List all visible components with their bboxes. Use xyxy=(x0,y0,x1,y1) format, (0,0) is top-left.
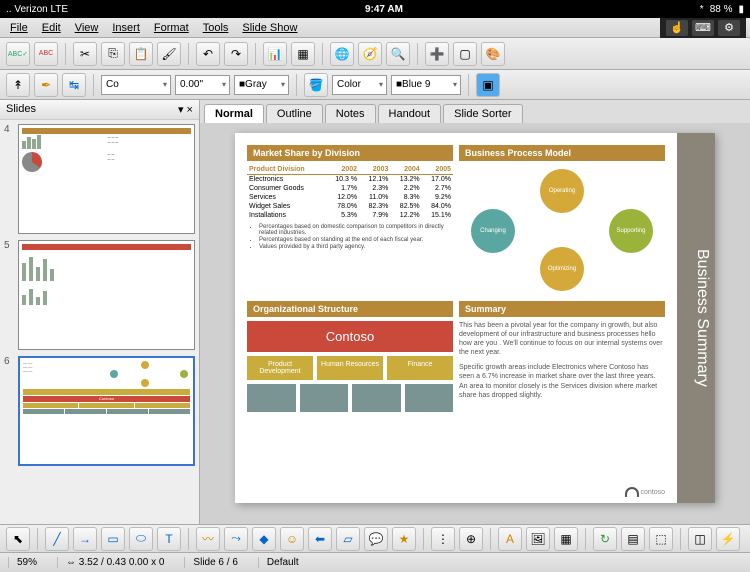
select-tool[interactable]: ⬉ xyxy=(6,527,30,551)
shadow-button[interactable]: ▣ xyxy=(476,73,500,97)
pen-tool-button[interactable]: ✒ xyxy=(34,73,58,97)
ellipse-tool[interactable]: ⬭ xyxy=(129,527,153,551)
arrow-line-tool[interactable]: → xyxy=(73,527,97,551)
from-file-tool[interactable]: 🖼 xyxy=(526,527,550,551)
chart-button[interactable]: 📊 xyxy=(263,42,287,66)
symbol-shapes-tool[interactable]: ☺ xyxy=(280,527,304,551)
arrow-tool-button[interactable]: ↟ xyxy=(6,73,30,97)
line-end-button[interactable]: ↹ xyxy=(62,73,86,97)
menu-insert[interactable]: Insert xyxy=(106,20,146,36)
glue-tool[interactable]: ⊕ xyxy=(459,527,483,551)
tab-outline[interactable]: Outline xyxy=(266,104,323,123)
menu-edit[interactable]: Edit xyxy=(36,20,67,36)
flowchart-tool[interactable]: ▱ xyxy=(336,527,360,551)
menu-view[interactable]: View xyxy=(69,20,105,36)
formatting-toolbar: ↟ ✒ ↹ Co 0.00" ■ Gray 🪣 Color ■ Blue 9 ▣ xyxy=(0,70,750,100)
status-bar: 59% ⇔ 3.52 / 0.43 0.00 x 0 Slide 6 / 6 D… xyxy=(0,552,750,572)
slide-design-button[interactable]: 🎨 xyxy=(481,42,505,66)
view-tabs: Normal Outline Notes Handout Slide Sorte… xyxy=(200,100,750,123)
undo-button[interactable]: ↶ xyxy=(196,42,220,66)
tab-normal[interactable]: Normal xyxy=(204,104,264,123)
panel-menu-icon[interactable]: ▾ × xyxy=(178,103,193,116)
touch-icon[interactable]: ☝ xyxy=(666,20,688,36)
org-main-box: Contoso xyxy=(247,321,453,352)
points-tool[interactable]: ⋮ xyxy=(431,527,455,551)
curve-tool[interactable]: 〰 xyxy=(196,527,220,551)
rect-tool[interactable]: ▭ xyxy=(101,527,125,551)
market-share-section: Market Share by Division Product Divisio… xyxy=(247,145,453,295)
main-toolbar: ABC✓ ABC ✂ ⎘ 📋 🖌 ↶ ↷ 📊 ▦ 🌐 🧭 🔍 ➕ ▢ 🎨 xyxy=(0,38,750,70)
gallery-tool[interactable]: ▦ xyxy=(554,527,578,551)
market-notes: Percentages based on domestic comparison… xyxy=(247,220,453,250)
spellcheck-button[interactable]: ABC✓ xyxy=(6,42,30,66)
fill-type-dropdown[interactable]: Color xyxy=(332,75,387,95)
process-operating: Operating xyxy=(540,169,584,213)
org-structure-section: Organizational Structure Contoso Product… xyxy=(247,301,453,416)
star-tool[interactable]: ★ xyxy=(392,527,416,551)
contoso-logo: contoso xyxy=(625,487,665,497)
drawing-toolbar: ⬉ ╱ → ▭ ⬭ T 〰 ⤳ ◆ ☺ ⬅ ▱ 💬 ★ ⋮ ⊕ A 🖼 ▦ ↻ … xyxy=(0,524,750,552)
tab-sorter[interactable]: Slide Sorter xyxy=(443,104,522,123)
device-statusbar: .. Verizon LTE 9:47 AM * 88 % ▮ xyxy=(0,0,750,18)
clock: 9:47 AM xyxy=(68,4,700,15)
menu-slideshow[interactable]: Slide Show xyxy=(236,20,303,36)
current-slide[interactable]: Business Summary Market Share by Divisio… xyxy=(235,133,715,503)
menubar: File Edit View Insert Format Tools Slide… xyxy=(0,18,750,38)
line-width-dropdown[interactable]: 0.00" xyxy=(175,75,230,95)
tab-notes[interactable]: Notes xyxy=(325,104,376,123)
arrange-tool[interactable]: ⬚ xyxy=(649,527,673,551)
slide-canvas[interactable]: Business Summary Market Share by Divisio… xyxy=(200,123,750,524)
text-tool[interactable]: T xyxy=(157,527,181,551)
slide-thumb-5[interactable]: 5 xyxy=(4,240,195,350)
spellcheck-auto-button[interactable]: ABC xyxy=(34,42,58,66)
menu-tools[interactable]: Tools xyxy=(197,20,235,36)
cut-button[interactable]: ✂ xyxy=(73,42,97,66)
align-tool[interactable]: ▤ xyxy=(621,527,645,551)
tablet-controls: ☝ ⌨ ⚙ xyxy=(660,18,746,38)
slide-add-button[interactable]: ➕ xyxy=(425,42,449,66)
market-share-table: Product Division2002200320042005 Electro… xyxy=(247,165,453,220)
slide-thumb-4[interactable]: 4 ─ ─ ── ─ ─ ─ ── ─ xyxy=(4,124,195,234)
navigator-button[interactable]: 🧭 xyxy=(358,42,382,66)
menu-format[interactable]: Format xyxy=(148,20,195,36)
block-arrows-tool[interactable]: ⬅ xyxy=(308,527,332,551)
gear-icon[interactable]: ⚙ xyxy=(718,20,740,36)
battery-label: * 88 % ▮ xyxy=(700,4,744,15)
process-supporting: Supporting xyxy=(609,209,653,253)
table-button[interactable]: ▦ xyxy=(291,42,315,66)
menu-file[interactable]: File xyxy=(4,20,34,36)
extrusion-tool[interactable]: ◫ xyxy=(688,527,712,551)
process-changing: Changing xyxy=(471,209,515,253)
tab-handout[interactable]: Handout xyxy=(378,104,442,123)
slide-panel-title: Slides▾ × xyxy=(0,100,199,120)
rotate-tool[interactable]: ↻ xyxy=(593,527,617,551)
hyperlink-button[interactable]: 🌐 xyxy=(330,42,354,66)
slide-layout-button[interactable]: ▢ xyxy=(453,42,477,66)
carrier-label: .. Verizon LTE xyxy=(6,4,68,15)
slide-title-sidebar: Business Summary xyxy=(677,133,715,503)
keyboard-icon[interactable]: ⌨ xyxy=(692,20,714,36)
slide-thumb-6[interactable]: 6 ── ──── ──── ── Contoso xyxy=(4,356,195,466)
callout-tool[interactable]: 💬 xyxy=(364,527,388,551)
fontwork-tool[interactable]: A xyxy=(498,527,522,551)
slide-panel: Slides▾ × 4 ─ ─ ── ─ ─ ─ ── ─ 5 xyxy=(0,100,200,524)
process-model-section: Business Process Model Operating Support… xyxy=(459,145,665,295)
interaction-tool[interactable]: ⚡ xyxy=(716,527,740,551)
fill-color-dropdown[interactable]: ■ Blue 9 xyxy=(391,75,461,95)
format-paint-button[interactable]: 🖌 xyxy=(157,42,181,66)
paste-button[interactable]: 📋 xyxy=(129,42,153,66)
summary-section: Summary This has been a pivotal year for… xyxy=(459,301,665,416)
process-optimizing: Optimizing xyxy=(540,247,584,291)
fill-button[interactable]: 🪣 xyxy=(304,73,328,97)
basic-shapes-tool[interactable]: ◆ xyxy=(252,527,276,551)
line-color-dropdown[interactable]: ■ Gray xyxy=(234,75,289,95)
redo-button[interactable]: ↷ xyxy=(224,42,248,66)
connector-tool[interactable]: ⤳ xyxy=(224,527,248,551)
zoom-button[interactable]: 🔍 xyxy=(386,42,410,66)
line-style-dropdown[interactable]: Co xyxy=(101,75,171,95)
copy-button[interactable]: ⎘ xyxy=(101,42,125,66)
line-tool[interactable]: ╱ xyxy=(45,527,69,551)
